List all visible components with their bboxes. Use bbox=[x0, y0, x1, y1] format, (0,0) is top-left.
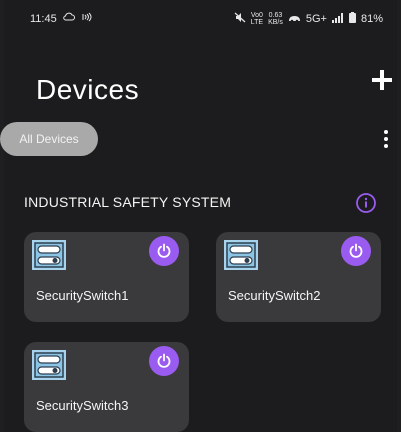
battery-level: 81% bbox=[360, 13, 383, 25]
power-button[interactable] bbox=[149, 236, 179, 266]
switch-device-icon bbox=[32, 240, 66, 270]
power-button[interactable] bbox=[341, 236, 371, 266]
battery-icon bbox=[348, 12, 356, 26]
signal-icon bbox=[331, 12, 344, 26]
network-type: 5G+ bbox=[305, 13, 327, 25]
volte-top-label: Vo0 bbox=[250, 12, 263, 19]
status-time: 11:45 bbox=[30, 12, 57, 25]
hotspot-icon bbox=[288, 13, 301, 26]
info-icon bbox=[356, 193, 376, 213]
more-vertical-icon-dot-2 bbox=[384, 137, 388, 141]
add-device-button[interactable] bbox=[366, 64, 398, 96]
section-info-button[interactable] bbox=[355, 192, 377, 214]
power-icon bbox=[157, 353, 171, 368]
network-speed-unit: KB/s bbox=[268, 19, 283, 26]
page-title: Devices bbox=[36, 74, 140, 105]
status-bar: 11:45 Vo0 LTE 0.63 KB/s 5G+ 81% bbox=[0, 0, 401, 36]
filter-chip-all-devices[interactable]: All Devices bbox=[0, 122, 98, 156]
device-name: SecuritySwitch2 bbox=[228, 288, 321, 303]
switch-device-icon bbox=[32, 350, 66, 380]
power-icon bbox=[349, 243, 363, 258]
mute-icon bbox=[234, 12, 246, 26]
network-speed: 0.63 KB/s bbox=[268, 12, 283, 26]
section-title: INDUSTRIAL SAFETY SYSTEM bbox=[24, 194, 232, 210]
status-bar-right: Vo0 LTE 0.63 KB/s 5G+ 81% bbox=[234, 12, 383, 26]
cloud-sync-icon bbox=[62, 12, 75, 25]
plus-icon bbox=[372, 70, 392, 90]
device-card[interactable]: SecuritySwitch1 bbox=[24, 232, 189, 322]
power-icon bbox=[157, 243, 171, 258]
switch-device-icon bbox=[224, 240, 258, 270]
more-options-button[interactable] bbox=[380, 127, 392, 151]
nfc-icon bbox=[81, 12, 93, 25]
device-card[interactable]: SecuritySwitch3 bbox=[24, 342, 189, 432]
device-card[interactable]: SecuritySwitch2 bbox=[216, 232, 381, 322]
status-bar-left: 11:45 bbox=[30, 12, 93, 25]
more-vertical-icon-dot-3 bbox=[384, 144, 388, 148]
volte-indicator: Vo0 LTE bbox=[251, 12, 263, 26]
device-name: SecuritySwitch1 bbox=[36, 288, 129, 303]
power-button[interactable] bbox=[149, 346, 179, 376]
more-vertical-icon bbox=[384, 130, 388, 134]
device-name: SecuritySwitch3 bbox=[36, 398, 129, 413]
volte-bottom-label: LTE bbox=[250, 19, 264, 26]
network-speed-value: 0.63 bbox=[268, 12, 283, 19]
